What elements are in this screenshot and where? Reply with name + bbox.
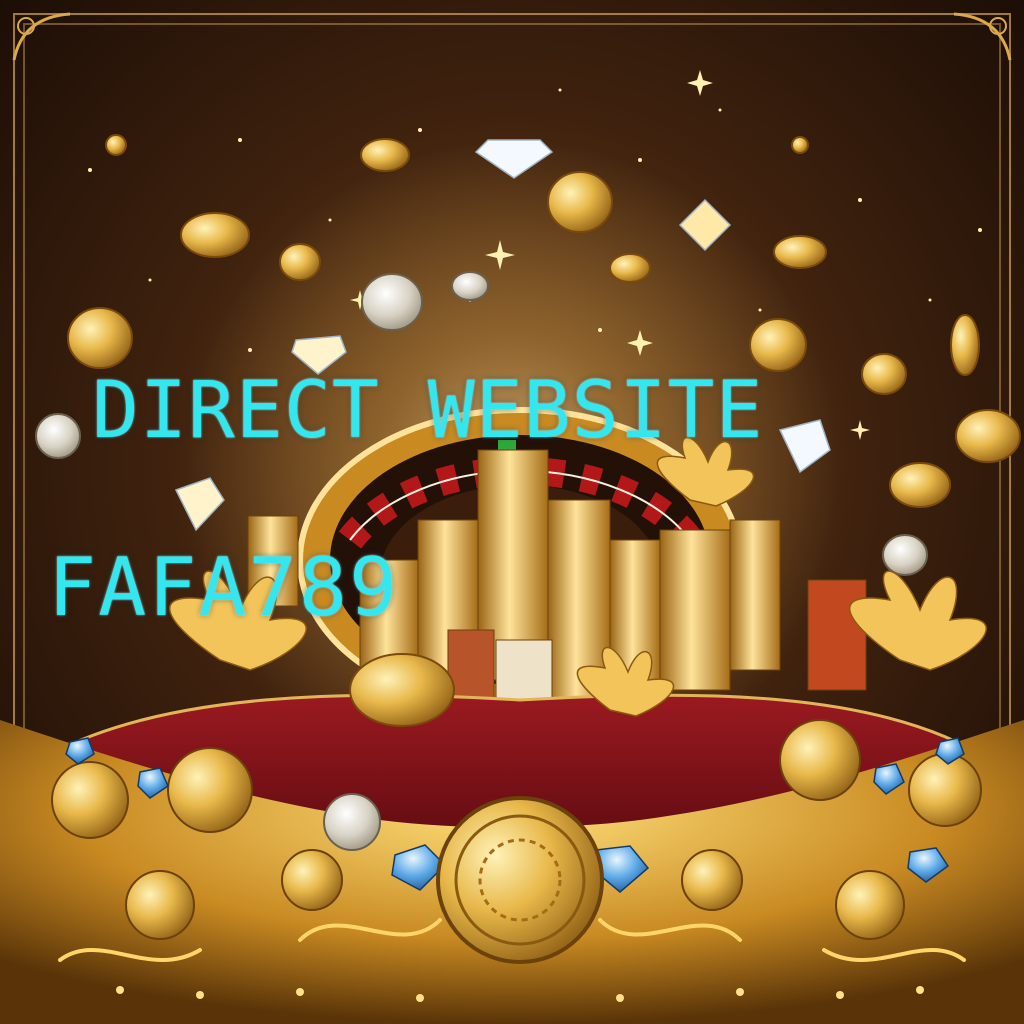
gold-coin-icon	[950, 314, 980, 376]
gold-coin-icon	[547, 171, 613, 233]
gold-coin-icon	[681, 849, 743, 911]
chip-stack-icon	[807, 579, 867, 691]
artwork: DIRECT WEBSITE FAFA789	[0, 0, 1024, 1024]
gold-coin-icon	[889, 462, 951, 508]
gold-coin-icon	[67, 307, 133, 369]
headline-brand-name: FAFA789	[48, 541, 400, 634]
silver-coin-icon	[882, 534, 928, 576]
gold-coin-icon	[281, 849, 343, 911]
gold-coin-icon	[125, 870, 195, 940]
gold-coin-icon	[835, 870, 905, 940]
gold-coin-icon	[279, 243, 321, 281]
gold-coin-icon	[105, 134, 127, 156]
gold-coin-icon	[360, 138, 410, 172]
casino-treasure-illustration	[0, 0, 1024, 1024]
silver-coin-icon	[35, 413, 81, 459]
silver-coin-icon	[323, 793, 381, 851]
gold-coin-icon	[749, 318, 807, 372]
gold-coin-icon	[908, 753, 982, 827]
silver-coin-icon	[451, 271, 489, 301]
gold-coin-icon	[861, 353, 907, 395]
headline-direct-website: DIRECT WEBSITE	[92, 366, 764, 456]
silver-coin-icon	[361, 273, 423, 331]
chip-stack-icon	[659, 529, 731, 691]
gold-medallion-icon	[436, 796, 604, 964]
gold-coin-icon	[51, 761, 129, 839]
gold-coin-icon	[609, 253, 651, 283]
chip-stack-icon	[729, 519, 781, 671]
gold-coin-icon	[779, 719, 861, 801]
gold-coin-icon	[167, 747, 253, 833]
gold-coin-icon	[773, 235, 827, 269]
gold-coin-icon	[180, 212, 250, 258]
gold-coin-icon	[349, 653, 455, 727]
gold-coin-icon	[955, 409, 1021, 463]
gold-coin-icon	[791, 136, 809, 154]
